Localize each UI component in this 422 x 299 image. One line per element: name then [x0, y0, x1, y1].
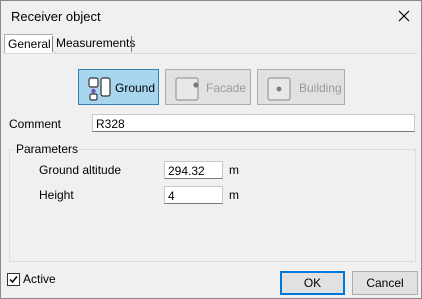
comment-field[interactable]: R328: [92, 114, 415, 132]
tab-measurements[interactable]: Measurements: [53, 34, 135, 52]
active-checkbox[interactable]: [7, 273, 20, 286]
comment-label: Comment: [9, 117, 62, 131]
tab-general-label: General: [8, 37, 51, 51]
tab-separator: [131, 36, 132, 52]
ground-altitude-label: Ground altitude: [39, 163, 122, 177]
receiver-object-dialog: Receiver object General Measurements Gro…: [0, 0, 422, 299]
height-unit: m: [229, 188, 239, 202]
building-mode-button[interactable]: Building: [257, 69, 345, 105]
checkmark-icon: [9, 276, 18, 284]
building-icon: [267, 77, 291, 101]
close-button[interactable]: [391, 4, 417, 28]
facade-mode-label: Facade: [206, 81, 247, 95]
window-title: Receiver object: [11, 9, 101, 24]
ground-mode-button[interactable]: Ground: [78, 69, 159, 105]
tab-general[interactable]: General: [4, 34, 55, 53]
ground-altitude-unit: m: [229, 163, 239, 177]
height-label: Height: [39, 188, 74, 202]
parameters-legend: Parameters: [15, 142, 80, 156]
close-icon: [398, 10, 410, 22]
cancel-button[interactable]: Cancel: [352, 271, 418, 295]
ground-icon: [88, 77, 111, 101]
ok-button[interactable]: OK: [280, 271, 345, 295]
active-label: Active: [23, 272, 56, 286]
ground-mode-label: Ground: [115, 81, 156, 95]
height-field[interactable]: 4: [164, 186, 223, 204]
title-bar: Receiver object: [1, 1, 421, 31]
facade-icon: [175, 77, 199, 101]
building-mode-label: Building: [299, 81, 342, 95]
facade-mode-button[interactable]: Facade: [165, 69, 251, 105]
tab-measurements-label: Measurements: [56, 36, 136, 50]
ground-altitude-field[interactable]: 294.32: [164, 161, 223, 179]
